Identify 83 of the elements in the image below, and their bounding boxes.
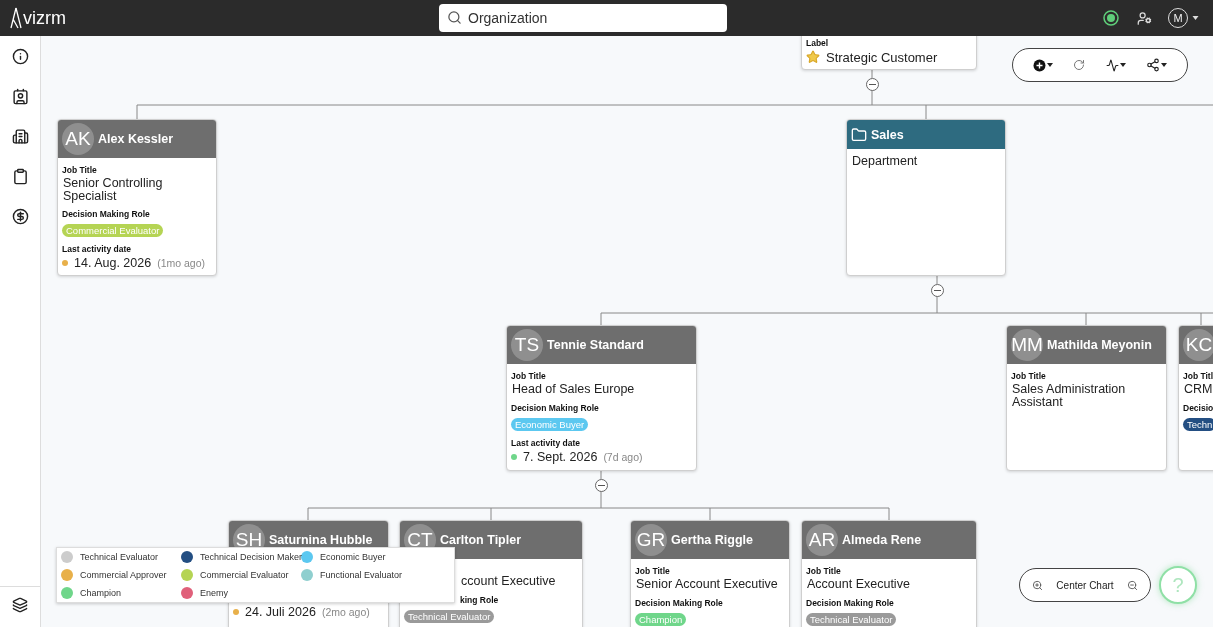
field-value: Department xyxy=(851,153,919,170)
activity-ago: (1mo ago) xyxy=(157,257,205,269)
field-value: CRM xyxy=(1183,381,1213,398)
activity-date: 14. Aug. 2026 xyxy=(74,256,152,270)
minus-icon xyxy=(597,484,605,486)
legend-label: Champion xyxy=(80,588,122,598)
card-title: Mathilda Meyonin xyxy=(1047,338,1152,352)
field-label: Label xyxy=(806,38,829,48)
label-card[interactable]: Label Strategic Customer xyxy=(801,36,977,70)
field-label: Job Title xyxy=(635,566,670,576)
field-label: Decision Making Role xyxy=(806,597,894,608)
legend-label: Enemy xyxy=(200,588,228,598)
card-title: Tennie Standard xyxy=(547,338,644,352)
role-tag: Economic Buyer xyxy=(511,417,589,431)
star-icon xyxy=(806,50,820,64)
avatar: AK xyxy=(62,123,94,155)
role-tag: Technical Evaluator xyxy=(806,612,897,626)
avatar: MM xyxy=(1011,329,1043,361)
legend-label: Economic Buyer xyxy=(320,552,386,562)
person-card[interactable]: KC Job Titl CRM Decisio Techn xyxy=(1178,325,1213,471)
field-value: Senior Account Executive xyxy=(635,576,779,593)
collapse-button[interactable] xyxy=(594,478,608,492)
activity-ago: (7d ago) xyxy=(603,450,643,463)
person-card[interactable]: AR Almeda Rene Job Title Account Executive Decision Making Role Technical Evaluator xyxy=(801,520,977,627)
person-card[interactable]: MM Mathilda Meyonin Job Title Sales Administration Assistant xyxy=(1006,325,1167,471)
activity-date: 24. Juli 2026 xyxy=(245,605,316,619)
field-label: Job Title xyxy=(806,566,841,576)
activity-date: 7. Sept. 2026 xyxy=(523,449,598,464)
layers-icon[interactable] xyxy=(10,595,30,615)
field-value: Account Executive xyxy=(806,576,911,593)
field-label: Decisio xyxy=(1183,402,1213,413)
person-card[interactable]: AK Alex Kessler Job Title Senior Controlling Specialist Decision Making Role Commercial Evaluator Last activity date 14. Aug. 2026 (1mo ago) xyxy=(57,119,217,276)
logo-icon xyxy=(10,7,22,29)
person-card[interactable]: GR Gertha Riggle Job Title Senior Account Executive Decision Making Role Champion xyxy=(630,520,790,627)
minus-icon xyxy=(933,289,941,291)
field-label: Decision Making Role xyxy=(635,597,723,608)
avatar: GR xyxy=(635,524,667,556)
search-icon xyxy=(447,10,462,25)
legend-label: Commercial Approver xyxy=(80,570,167,580)
card-title: Saturnina Hubble xyxy=(269,533,373,547)
plug-icon[interactable] xyxy=(1101,8,1121,28)
field-label: Last activity date xyxy=(62,244,131,254)
person-card[interactable]: TS Tennie Standard Job Title Head of Sales Europe Decision Making Role Economic Buyer Last activity date 7. Sept. 2026 (7d ago) xyxy=(506,325,697,471)
field-label: Job Title xyxy=(511,371,546,381)
avatar: AR xyxy=(806,524,838,556)
field-label: Last activity date xyxy=(511,437,580,448)
field-label: Decision Making Role xyxy=(511,402,599,413)
field-label: Job Title xyxy=(1011,371,1046,381)
center-chart-button[interactable]: Center Chart xyxy=(1054,577,1116,593)
search-field[interactable]: Organization xyxy=(439,4,727,32)
card-title: Sales xyxy=(871,127,904,142)
caret-icon xyxy=(1119,63,1126,67)
card-title: Almeda Rene xyxy=(842,533,922,547)
card-title: Gertha Riggle xyxy=(671,533,753,547)
caret-icon xyxy=(1192,16,1199,20)
role-tag: Technical Evaluator xyxy=(404,609,495,623)
activity-ago: (2mo ago) xyxy=(321,606,370,618)
logo-text: vizrm xyxy=(23,7,66,29)
avatar: KC xyxy=(1183,329,1213,361)
role-tag: Techn xyxy=(1183,417,1213,431)
department-card[interactable]: Sales Department xyxy=(846,119,1006,276)
avatar: TS xyxy=(511,329,543,361)
field-label: Job Title xyxy=(62,165,97,175)
field-value: ccount Executive xyxy=(460,573,557,590)
field-value: Sales Administration Assistant xyxy=(1011,381,1127,411)
collapse-button[interactable] xyxy=(865,77,879,91)
collapse-button[interactable] xyxy=(930,283,944,297)
folder-icon xyxy=(851,126,867,143)
field-value: Head of Sales Europe xyxy=(511,381,636,398)
role-tag: Champion xyxy=(635,612,687,626)
legend-label: Technical Evaluator xyxy=(80,552,159,562)
minus-icon xyxy=(868,83,876,85)
field-value: Senior Controlling Specialist xyxy=(62,175,164,205)
field-label: king Role xyxy=(460,594,499,605)
caret-icon xyxy=(1160,63,1167,67)
vizrm-logo[interactable]: vizrm xyxy=(10,7,66,29)
card-title: Alex Kessler xyxy=(98,132,174,146)
role-tag: Commercial Evaluator xyxy=(62,224,164,237)
field-label: Job Titl xyxy=(1183,371,1213,381)
field-label: Decision Making Role xyxy=(62,209,150,219)
card-title: Carlton Tipler xyxy=(440,533,522,547)
caret-icon xyxy=(1047,63,1054,67)
label-value: Strategic Customer xyxy=(826,50,938,64)
